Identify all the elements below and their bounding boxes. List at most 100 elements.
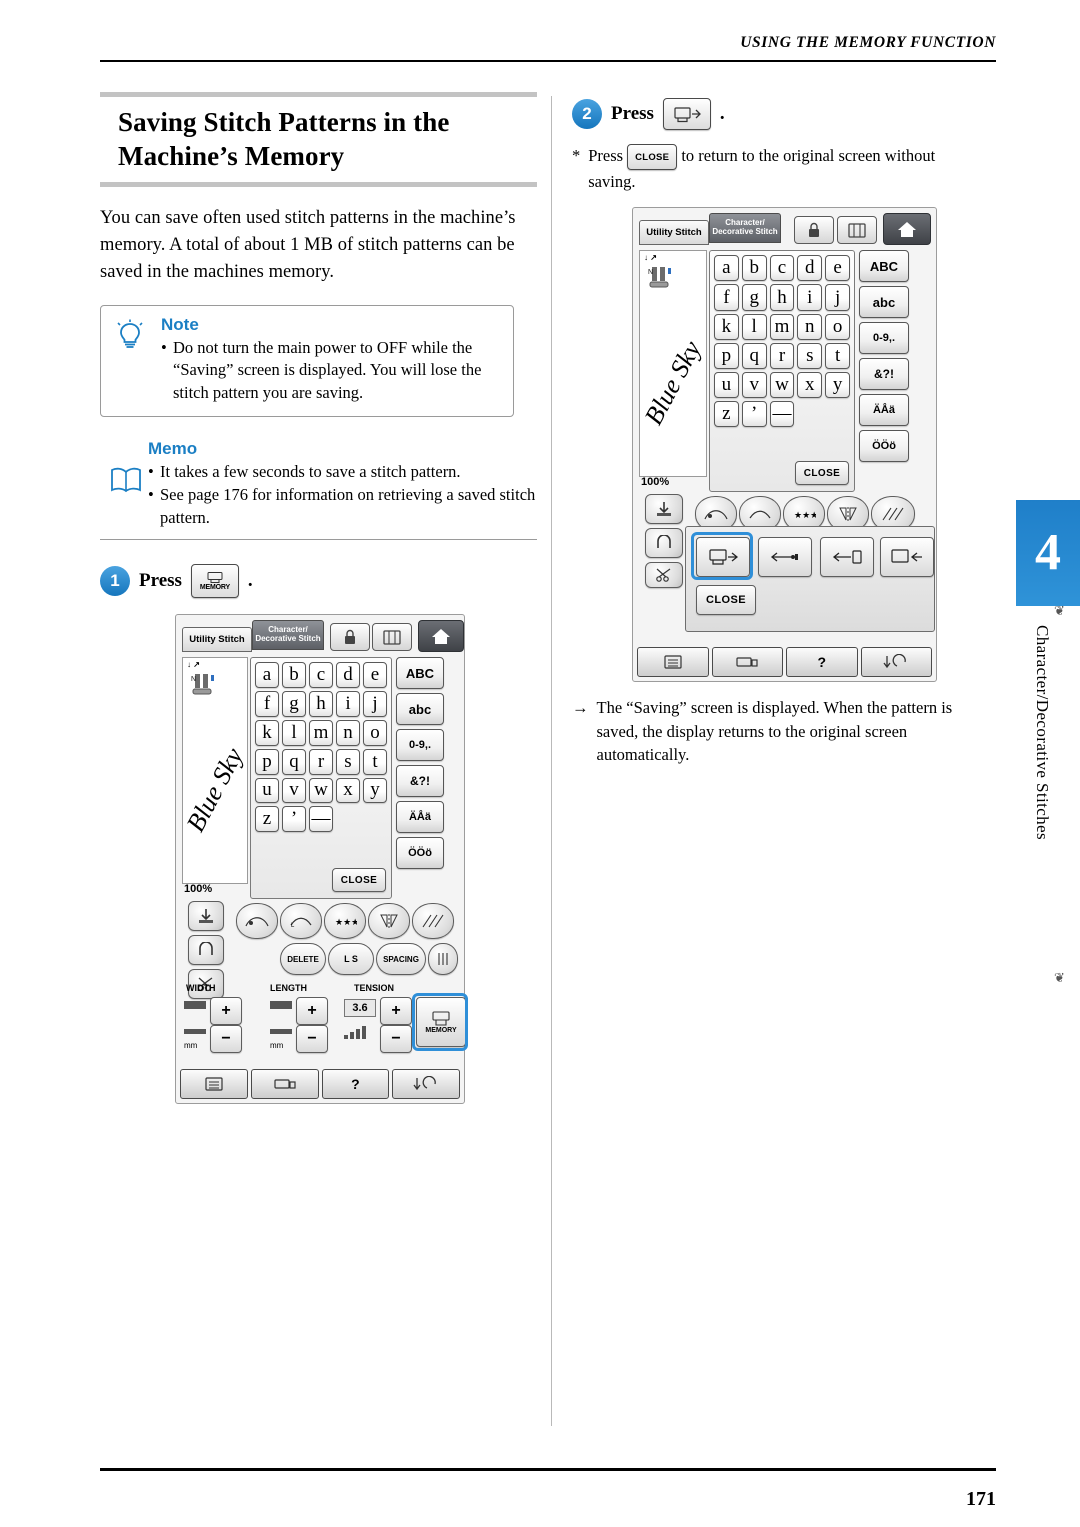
character-keyboard-panel[interactable]: a b c d e f g h i j k l m n o p q r s t … <box>250 657 392 900</box>
home-icon-button[interactable] <box>418 620 464 653</box>
key-n[interactable]: n <box>336 719 360 746</box>
key-u[interactable]: u <box>255 777 279 804</box>
key-j[interactable]: j <box>825 284 850 311</box>
key-t[interactable]: t <box>825 342 850 369</box>
key-i[interactable]: i <box>336 691 360 717</box>
key-z[interactable]: z <box>255 806 279 833</box>
key-i[interactable]: i <box>797 284 823 311</box>
key-j[interactable]: j <box>363 691 387 717</box>
key-mode-ABC[interactable]: ABC <box>859 250 909 283</box>
machine-screen-step2[interactable]: Utility Stitch Character/ Decorative Sti… <box>632 207 937 683</box>
key-space[interactable]: — <box>769 401 795 428</box>
key-g[interactable]: g <box>741 284 767 311</box>
tab-utility-stitch[interactable]: Utility Stitch <box>639 220 709 246</box>
width-decrease-button[interactable]: − <box>210 1025 242 1054</box>
keyboard-close-button[interactable]: CLOSE <box>795 461 849 486</box>
key-mode-numbers[interactable]: 0-9,. <box>396 729 444 762</box>
key-w[interactable]: w <box>769 371 795 399</box>
letter-size-button[interactable]: L S <box>328 943 374 976</box>
key-y[interactable]: y <box>825 371 850 399</box>
length-increase-button[interactable]: + <box>296 997 328 1026</box>
screen-bottom-bar[interactable]: ? <box>180 1069 460 1100</box>
save-to-usb-button[interactable] <box>758 537 812 578</box>
pattern-edit-button-3[interactable]: ★★★ <box>324 903 366 940</box>
key-l[interactable]: l <box>741 313 767 340</box>
key-mode-numbers[interactable]: 0-9,. <box>859 322 909 355</box>
key-l[interactable]: l <box>282 719 306 746</box>
reverse-stitch-button[interactable] <box>188 935 224 966</box>
spacing-button[interactable]: SPACING <box>376 943 426 976</box>
saving-destination-dialog[interactable]: CLOSE <box>685 526 935 633</box>
key-b[interactable]: b <box>282 662 306 689</box>
key-r[interactable]: r <box>769 342 795 369</box>
key-d[interactable]: d <box>336 662 360 689</box>
key-h[interactable]: h <box>769 284 795 311</box>
key-b[interactable]: b <box>741 255 767 282</box>
key-mode-accents-2[interactable]: ÖÖö <box>859 430 909 463</box>
key-c[interactable]: c <box>769 255 795 282</box>
machine-icon-button[interactable] <box>250 1069 319 1100</box>
character-mode-keys[interactable]: ABC abc 0-9,. &?! ÄÅä ÖÖö <box>396 657 444 870</box>
key-mode-abc[interactable]: abc <box>859 286 909 319</box>
key-mode-abc[interactable]: abc <box>396 693 444 726</box>
key-k[interactable]: k <box>714 313 739 340</box>
key-h[interactable]: h <box>309 691 333 717</box>
needle-down-button[interactable] <box>188 901 224 932</box>
return-icon-button[interactable] <box>860 647 932 678</box>
save-to-machine-memory-button[interactable] <box>696 537 750 578</box>
key-x[interactable]: x <box>797 371 823 399</box>
key-m[interactable]: m <box>769 313 795 340</box>
key-e[interactable]: e <box>363 662 387 689</box>
key-f[interactable]: f <box>714 284 739 311</box>
machine-screen-step1[interactable]: Utility Stitch Character/ Decorative Sti… <box>175 614 468 1105</box>
key-e[interactable]: e <box>825 255 850 282</box>
keyboard-close-button[interactable]: CLOSE <box>332 868 386 893</box>
width-increase-button[interactable]: + <box>210 997 242 1026</box>
key-v[interactable]: v <box>741 371 767 399</box>
list-icon-button[interactable] <box>637 647 709 678</box>
memory-save-button[interactable]: MEMORY <box>416 997 466 1048</box>
key-f[interactable]: f <box>255 691 279 717</box>
key-mode-ABC[interactable]: ABC <box>396 657 444 690</box>
key-s[interactable]: s <box>336 748 360 775</box>
help-icon-button[interactable]: ? <box>786 647 858 678</box>
key-mode-symbols[interactable]: &?! <box>396 765 444 798</box>
character-keyboard-panel[interactable]: a b c d e f g h i j k l m n o p q r s t … <box>709 250 855 493</box>
needle-down-button[interactable] <box>645 494 683 525</box>
tab-character-decorative-stitch[interactable]: Character/ Decorative Stitch <box>709 213 781 244</box>
pattern-edit-button-1[interactable] <box>236 903 278 940</box>
key-q[interactable]: q <box>282 748 306 775</box>
key-a[interactable]: a <box>714 255 739 282</box>
delete-button[interactable]: DELETE <box>280 943 326 976</box>
key-mode-accents-1[interactable]: ÄÅä <box>396 801 444 834</box>
density-button[interactable] <box>412 903 454 940</box>
guide-book-icon-button[interactable] <box>372 623 412 652</box>
guide-book-icon-button[interactable] <box>837 216 877 245</box>
keyboard-grid[interactable]: a b c d e f g h i j k l m n o p q r s t … <box>255 662 387 833</box>
length-decrease-button[interactable]: − <box>296 1025 328 1054</box>
key-r[interactable]: r <box>309 748 333 775</box>
tension-decrease-button[interactable]: − <box>380 1025 412 1054</box>
key-z[interactable]: z <box>714 401 739 428</box>
tension-increase-button[interactable]: + <box>380 997 412 1026</box>
machine-icon-button[interactable] <box>711 647 783 678</box>
save-to-computer-button[interactable] <box>880 537 934 578</box>
dialog-close-button[interactable]: CLOSE <box>696 585 756 616</box>
keyboard-grid[interactable]: a b c d e f g h i j k l m n o p q r s t … <box>714 255 850 428</box>
list-icon-button[interactable] <box>180 1069 248 1100</box>
help-icon-button[interactable]: ? <box>321 1069 390 1100</box>
key-p[interactable]: p <box>714 342 739 369</box>
key-mode-symbols[interactable]: &?! <box>859 358 909 391</box>
lock-icon-button[interactable] <box>794 216 834 245</box>
key-a[interactable]: a <box>255 662 279 689</box>
tab-character-decorative-stitch[interactable]: Character/ Decorative Stitch <box>252 620 324 651</box>
key-t[interactable]: t <box>363 748 387 775</box>
mirror-image-button[interactable] <box>368 903 410 940</box>
key-c[interactable]: c <box>309 662 333 689</box>
return-icon-button[interactable] <box>392 1069 460 1100</box>
pattern-edit-button-2[interactable]: L <box>280 903 322 940</box>
key-x[interactable]: x <box>336 777 360 804</box>
reverse-stitch-button[interactable] <box>645 528 683 559</box>
key-s[interactable]: s <box>797 342 823 369</box>
key-v[interactable]: v <box>282 777 306 804</box>
